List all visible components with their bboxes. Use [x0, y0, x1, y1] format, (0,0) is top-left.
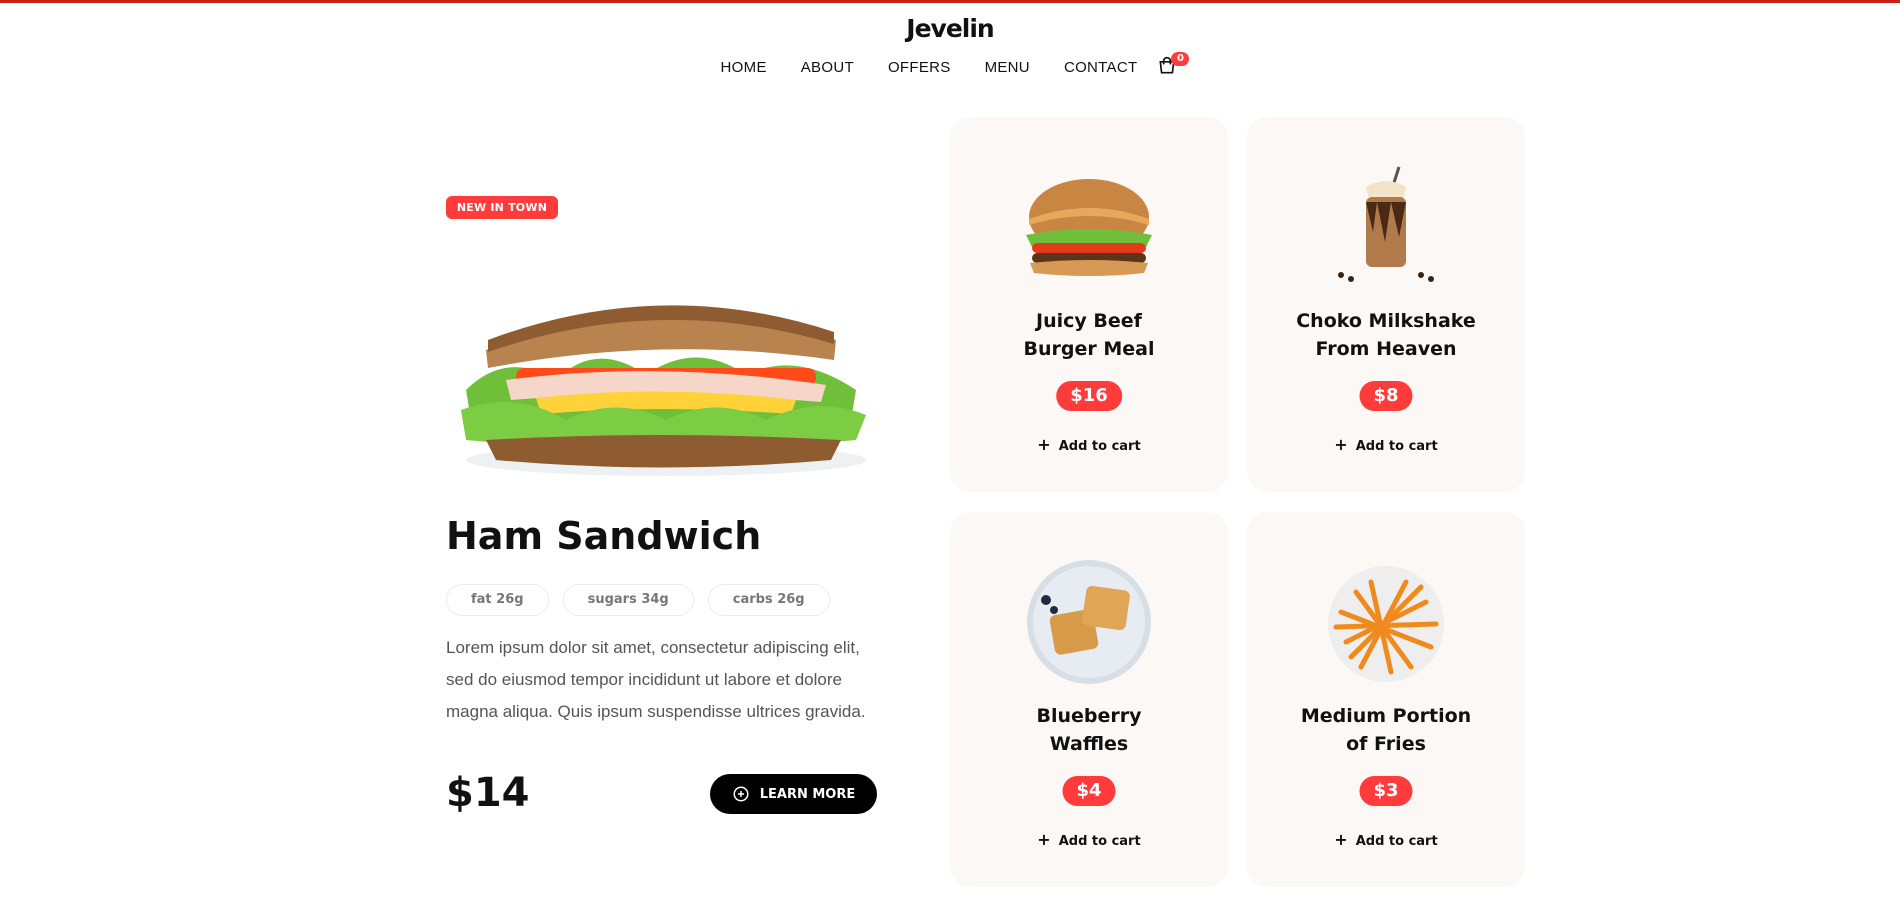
product-name: Blueberry Waffles [950, 702, 1228, 758]
product-name: Juicy Beef Burger Meal [950, 307, 1228, 363]
product-name: Medium Portion of Fries [1247, 702, 1525, 758]
hero-description: Lorem ipsum dolor sit amet, consectetur … [446, 638, 866, 721]
product-card-burger[interactable]: Juicy Beef Burger Meal $16 + Add to cart [950, 117, 1228, 492]
add-to-cart-label: Add to cart [1058, 439, 1141, 454]
burger-icon [1014, 157, 1164, 297]
product-name-line2: Waffles [1049, 733, 1129, 755]
learn-more-label: LEARN MORE [759, 786, 856, 802]
plus-circle-icon [733, 786, 749, 802]
product-name-line1: Blueberry [1036, 705, 1142, 727]
product-name-line1: Medium Portion [1300, 705, 1472, 727]
nutrition-fat-chip: fat 26g [446, 584, 549, 616]
cart-button[interactable]: 0 [1157, 52, 1190, 78]
plus-icon: + [1334, 435, 1348, 454]
waffles-icon [1014, 552, 1164, 692]
nav-contact[interactable]: CONTACT [1064, 59, 1137, 76]
nav-menu[interactable]: MENU [985, 59, 1030, 76]
plus-icon: + [1037, 435, 1051, 454]
product-name-line2: Burger Meal [1023, 338, 1155, 360]
nav-offers[interactable]: OFFERS [888, 59, 951, 76]
nav-about[interactable]: ABOUT [801, 59, 854, 76]
hero-price: $14 [446, 770, 530, 816]
product-name-line1: Choko Milkshake [1296, 310, 1476, 332]
product-card-waffles[interactable]: Blueberry Waffles $4 + Add to cart [950, 512, 1228, 887]
product-name-line2: From Heaven [1315, 338, 1457, 360]
milkshake-icon [1311, 157, 1461, 297]
product-card-fries[interactable]: Medium Portion of Fries $3 + Add to cart [1247, 512, 1525, 887]
add-to-cart-button[interactable]: + Add to cart [950, 830, 1228, 849]
top-accent-line [0, 0, 1900, 3]
nav-home[interactable]: HOME [721, 59, 767, 76]
plus-icon: + [1037, 830, 1051, 849]
product-name-line2: of Fries [1346, 733, 1426, 755]
product-price-badge: $16 [1056, 381, 1122, 411]
add-to-cart-button[interactable]: + Add to cart [1247, 830, 1525, 849]
main-nav: HOME ABOUT OFFERS MENU CONTACT 0 [0, 52, 1900, 78]
product-price-badge: $8 [1359, 381, 1413, 411]
add-to-cart-button[interactable]: + Add to cart [950, 435, 1228, 454]
product-name: Choko Milkshake From Heaven [1247, 307, 1525, 363]
fries-icon [1311, 552, 1461, 692]
product-price-badge: $3 [1359, 776, 1413, 806]
learn-more-button[interactable]: LEARN MORE [710, 774, 877, 814]
product-name-line1: Juicy Beef [1036, 310, 1142, 332]
nutrition-carbs-chip: carbs 26g [707, 584, 830, 616]
add-to-cart-label: Add to cart [1355, 439, 1438, 454]
cart-count-badge: 0 [1171, 52, 1190, 66]
product-card-milkshake[interactable]: Choko Milkshake From Heaven $8 + Add to c… [1247, 117, 1525, 492]
add-to-cart-label: Add to cart [1058, 834, 1141, 849]
new-in-town-badge: NEW IN TOWN [446, 196, 558, 219]
plus-icon: + [1334, 830, 1348, 849]
product-price-badge: $4 [1062, 776, 1116, 806]
hero-title: Ham Sandwich [446, 514, 762, 558]
sandwich-image [446, 280, 876, 480]
site-logo[interactable]: Jevelin [0, 14, 1900, 43]
nutrition-sugars-chip: sugars 34g [562, 584, 694, 616]
add-to-cart-label: Add to cart [1355, 834, 1438, 849]
add-to-cart-button[interactable]: + Add to cart [1247, 435, 1525, 454]
nutrition-chips: fat 26g sugars 34g carbs 26g [446, 584, 830, 616]
